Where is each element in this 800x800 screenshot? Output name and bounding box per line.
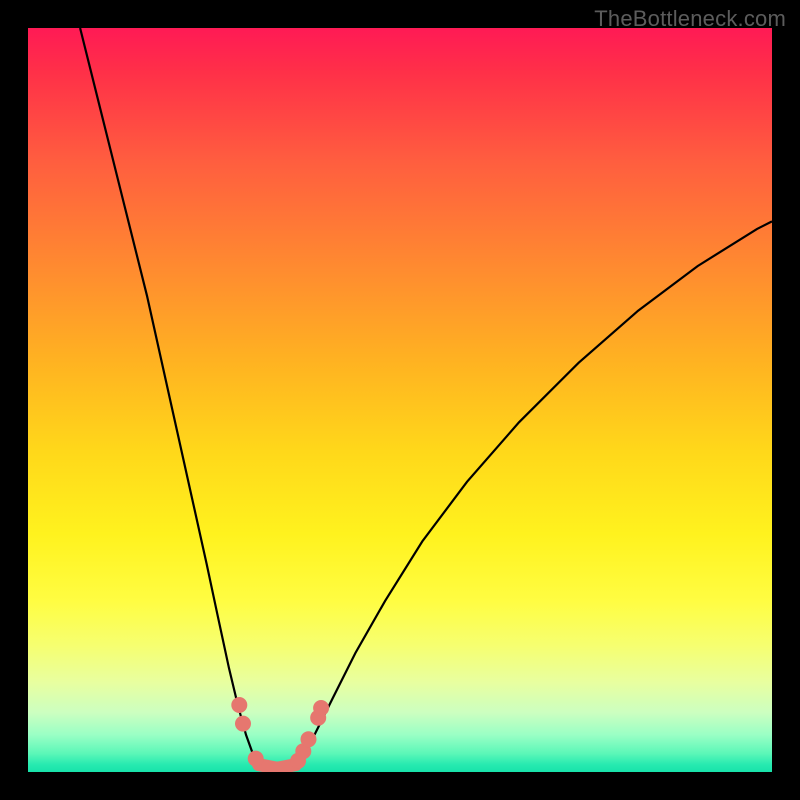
valley-floor xyxy=(259,765,296,769)
valley-floor-path xyxy=(259,765,296,769)
curve-layer xyxy=(28,28,772,772)
left-curve xyxy=(80,28,259,765)
right-curve xyxy=(296,221,772,764)
right-curve-path xyxy=(296,221,772,764)
data-marker xyxy=(231,697,247,713)
watermark-text: TheBottleneck.com xyxy=(594,6,786,32)
data-marker xyxy=(235,716,251,732)
plot-area xyxy=(28,28,772,772)
data-marker xyxy=(313,700,329,716)
chart-frame: TheBottleneck.com xyxy=(0,0,800,800)
left-curve-path xyxy=(80,28,259,765)
data-marker xyxy=(301,731,317,747)
data-marker xyxy=(248,751,264,767)
